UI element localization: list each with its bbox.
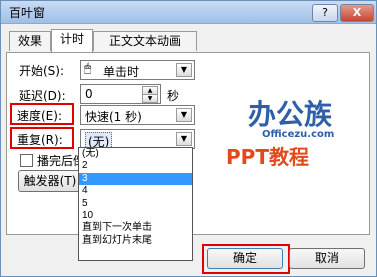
delay-unit: 秒 xyxy=(167,89,180,103)
chevron-down-icon[interactable]: ▼ xyxy=(176,63,192,77)
list-item[interactable]: 直到幻灯片末尾 xyxy=(79,235,192,247)
repeat-select[interactable]: (无) ▼ xyxy=(80,129,195,151)
delay-label: 延迟(D): xyxy=(19,89,66,103)
list-item[interactable]: 直到下一次单击 xyxy=(79,222,192,234)
delay-input[interactable]: 0 ▲ ▼ xyxy=(80,84,161,104)
rewind-checkbox[interactable] xyxy=(20,154,33,167)
chevron-down-icon[interactable]: ▼ xyxy=(176,108,192,122)
cancel-button[interactable]: 取消 xyxy=(289,248,365,269)
speed-select[interactable]: 快速(1 秒) ▼ xyxy=(80,105,195,125)
list-item[interactable]: 3 xyxy=(79,172,192,186)
chevron-down-icon[interactable]: ▼ xyxy=(176,132,192,146)
delay-value: 0 xyxy=(85,87,93,101)
window-title: 百叶窗 xyxy=(9,6,46,20)
tab-timing[interactable]: 计时 xyxy=(51,29,93,52)
start-label: 开始(S): xyxy=(19,64,65,78)
speed-label: 速度(E): xyxy=(17,109,62,123)
dialog-window: 百叶窗 ? X 效果 计时 正文文本动画 开始(S): 🖱 单击时 ▼ 延迟(D… xyxy=(0,0,377,277)
ok-button[interactable]: 确定 xyxy=(207,248,283,269)
repeat-dropdown-list[interactable]: (无) 2 3 4 5 10 直到下一次单击 直到幻灯片末尾 xyxy=(78,147,193,261)
tab-text-animation[interactable]: 正文文本动画 xyxy=(93,31,197,51)
repeat-label: 重复(R): xyxy=(17,133,63,147)
logo-en: Officezu.com xyxy=(262,129,335,140)
help-button[interactable]: ? xyxy=(312,4,338,22)
list-item[interactable]: 2 xyxy=(79,160,192,172)
officezu-logo: 办公族 Officezu.com PPT教程 xyxy=(226,93,366,169)
title-bar: 百叶窗 ? X xyxy=(1,1,376,24)
list-item[interactable]: 10 xyxy=(79,210,192,222)
speed-value: 快速(1 秒) xyxy=(85,110,142,124)
trigger-button[interactable]: 触发器(T) xyxy=(18,170,82,192)
start-select[interactable]: 🖱 单击时 ▼ xyxy=(80,60,195,80)
list-item[interactable]: (无) xyxy=(79,148,192,160)
tab-effect[interactable]: 效果 xyxy=(9,31,51,51)
spin-down-icon[interactable]: ▼ xyxy=(142,94,158,103)
list-item[interactable]: 4 xyxy=(79,185,192,197)
logo-ppt: PPT教程 xyxy=(226,145,309,169)
close-button[interactable]: X xyxy=(340,4,374,22)
logo-cn: 办公族 xyxy=(248,98,333,131)
list-item[interactable]: 5 xyxy=(79,198,192,210)
start-value: 单击时 xyxy=(103,65,140,79)
mouse-click-icon: 🖱 xyxy=(84,61,92,75)
